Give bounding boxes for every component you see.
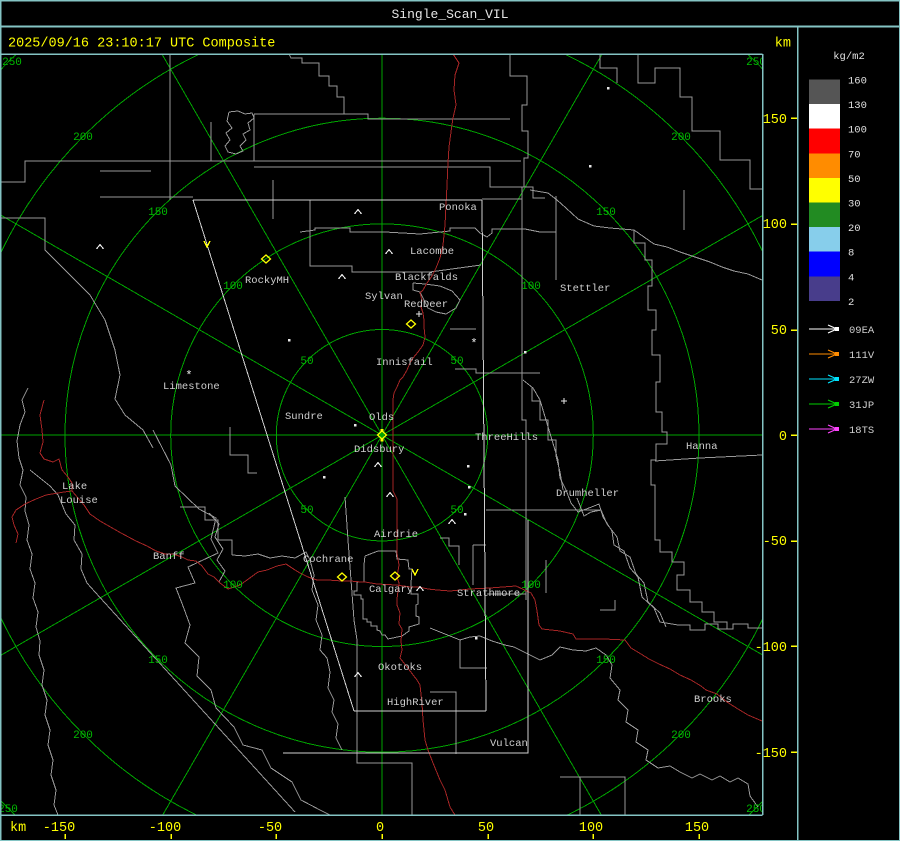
- svg-text:100: 100: [521, 281, 541, 293]
- svg-text:100: 100: [763, 218, 787, 233]
- svg-text:Hanna: Hanna: [686, 441, 718, 453]
- svg-text:150: 150: [596, 655, 616, 667]
- svg-text:250: 250: [0, 804, 18, 816]
- svg-text:100: 100: [579, 821, 603, 836]
- svg-text:100: 100: [848, 125, 867, 137]
- svg-text:Limestone: Limestone: [163, 381, 220, 393]
- svg-text:200: 200: [671, 132, 691, 144]
- svg-text:kg/m2: kg/m2: [833, 51, 865, 63]
- svg-text:Vulcan: Vulcan: [490, 738, 528, 750]
- svg-text:50: 50: [450, 356, 463, 368]
- svg-text:150: 150: [148, 207, 168, 219]
- svg-text:Okotoks: Okotoks: [378, 662, 422, 674]
- svg-text:Lacombe: Lacombe: [410, 246, 454, 258]
- svg-text:ThreeHills: ThreeHills: [475, 432, 538, 444]
- svg-text:100: 100: [223, 580, 243, 592]
- svg-text:50: 50: [300, 505, 313, 517]
- svg-text:200: 200: [671, 730, 691, 742]
- svg-text:8: 8: [848, 248, 854, 260]
- svg-text:150: 150: [148, 655, 168, 667]
- svg-text:0: 0: [376, 821, 384, 836]
- svg-text:200: 200: [73, 730, 93, 742]
- svg-text:50: 50: [771, 324, 787, 339]
- svg-text:2025/09/16 23:10:17 UTC Compos: 2025/09/16 23:10:17 UTC Composite: [8, 37, 275, 52]
- svg-text:100: 100: [521, 580, 541, 592]
- svg-text:Stettler: Stettler: [560, 283, 610, 295]
- svg-text:20: 20: [848, 223, 861, 235]
- svg-text:200: 200: [73, 132, 93, 144]
- svg-text:0: 0: [779, 430, 787, 445]
- svg-text:Calgary: Calgary: [369, 584, 413, 596]
- svg-text:*: *: [470, 337, 477, 351]
- svg-text:100: 100: [223, 281, 243, 293]
- svg-text:50: 50: [300, 356, 313, 368]
- svg-text:Olds: Olds: [369, 412, 394, 424]
- svg-text:130: 130: [848, 100, 867, 112]
- svg-text:-100: -100: [149, 821, 181, 836]
- svg-text:70: 70: [848, 149, 861, 161]
- svg-text:160: 160: [848, 76, 867, 88]
- svg-text:Airdrie: Airdrie: [374, 529, 418, 541]
- svg-text:50: 50: [450, 505, 463, 517]
- svg-text:111V: 111V: [849, 350, 875, 362]
- svg-text:-150: -150: [43, 821, 75, 836]
- svg-text:50: 50: [848, 174, 861, 186]
- svg-text:150: 150: [596, 207, 616, 219]
- svg-text:-100: -100: [755, 641, 787, 656]
- svg-text:50: 50: [478, 821, 494, 836]
- svg-text:Single_Scan_VIL: Single_Scan_VIL: [391, 7, 508, 22]
- svg-text:Drumheller: Drumheller: [556, 488, 619, 500]
- svg-text:Brooks: Brooks: [694, 694, 732, 706]
- svg-text:-150: -150: [755, 747, 787, 762]
- svg-text:150: 150: [685, 821, 709, 836]
- svg-text:Ponoka: Ponoka: [439, 202, 477, 214]
- svg-text:Innisfail: Innisfail: [376, 357, 433, 369]
- svg-text:Sylvan: Sylvan: [365, 291, 403, 303]
- svg-text:2: 2: [848, 297, 854, 309]
- svg-text:150: 150: [763, 113, 787, 128]
- svg-text:18TS: 18TS: [849, 425, 874, 437]
- svg-text:Strathmore: Strathmore: [457, 588, 520, 600]
- svg-text:31JP: 31JP: [849, 400, 874, 412]
- svg-text:250: 250: [2, 57, 22, 69]
- svg-text:Blackfalds: Blackfalds: [395, 272, 458, 284]
- svg-text:Cochrane: Cochrane: [303, 554, 353, 566]
- svg-text:RockyMH: RockyMH: [245, 275, 289, 287]
- svg-text:09EA: 09EA: [849, 325, 875, 337]
- svg-text:4: 4: [848, 272, 854, 284]
- svg-text:-50: -50: [763, 535, 787, 550]
- svg-text:Louise: Louise: [60, 495, 98, 507]
- svg-text:Didsbury: Didsbury: [354, 444, 404, 456]
- svg-text:Banff: Banff: [153, 551, 185, 563]
- svg-text:27ZW: 27ZW: [849, 375, 875, 387]
- svg-text:km: km: [10, 821, 26, 836]
- svg-text:-50: -50: [258, 821, 282, 836]
- svg-text:Sundre: Sundre: [285, 411, 323, 423]
- svg-text:Lake: Lake: [62, 481, 87, 493]
- svg-text:RedDeer: RedDeer: [404, 299, 448, 311]
- svg-text:30: 30: [848, 199, 861, 211]
- svg-text:HighRiver: HighRiver: [387, 697, 444, 709]
- svg-text:km: km: [775, 37, 791, 52]
